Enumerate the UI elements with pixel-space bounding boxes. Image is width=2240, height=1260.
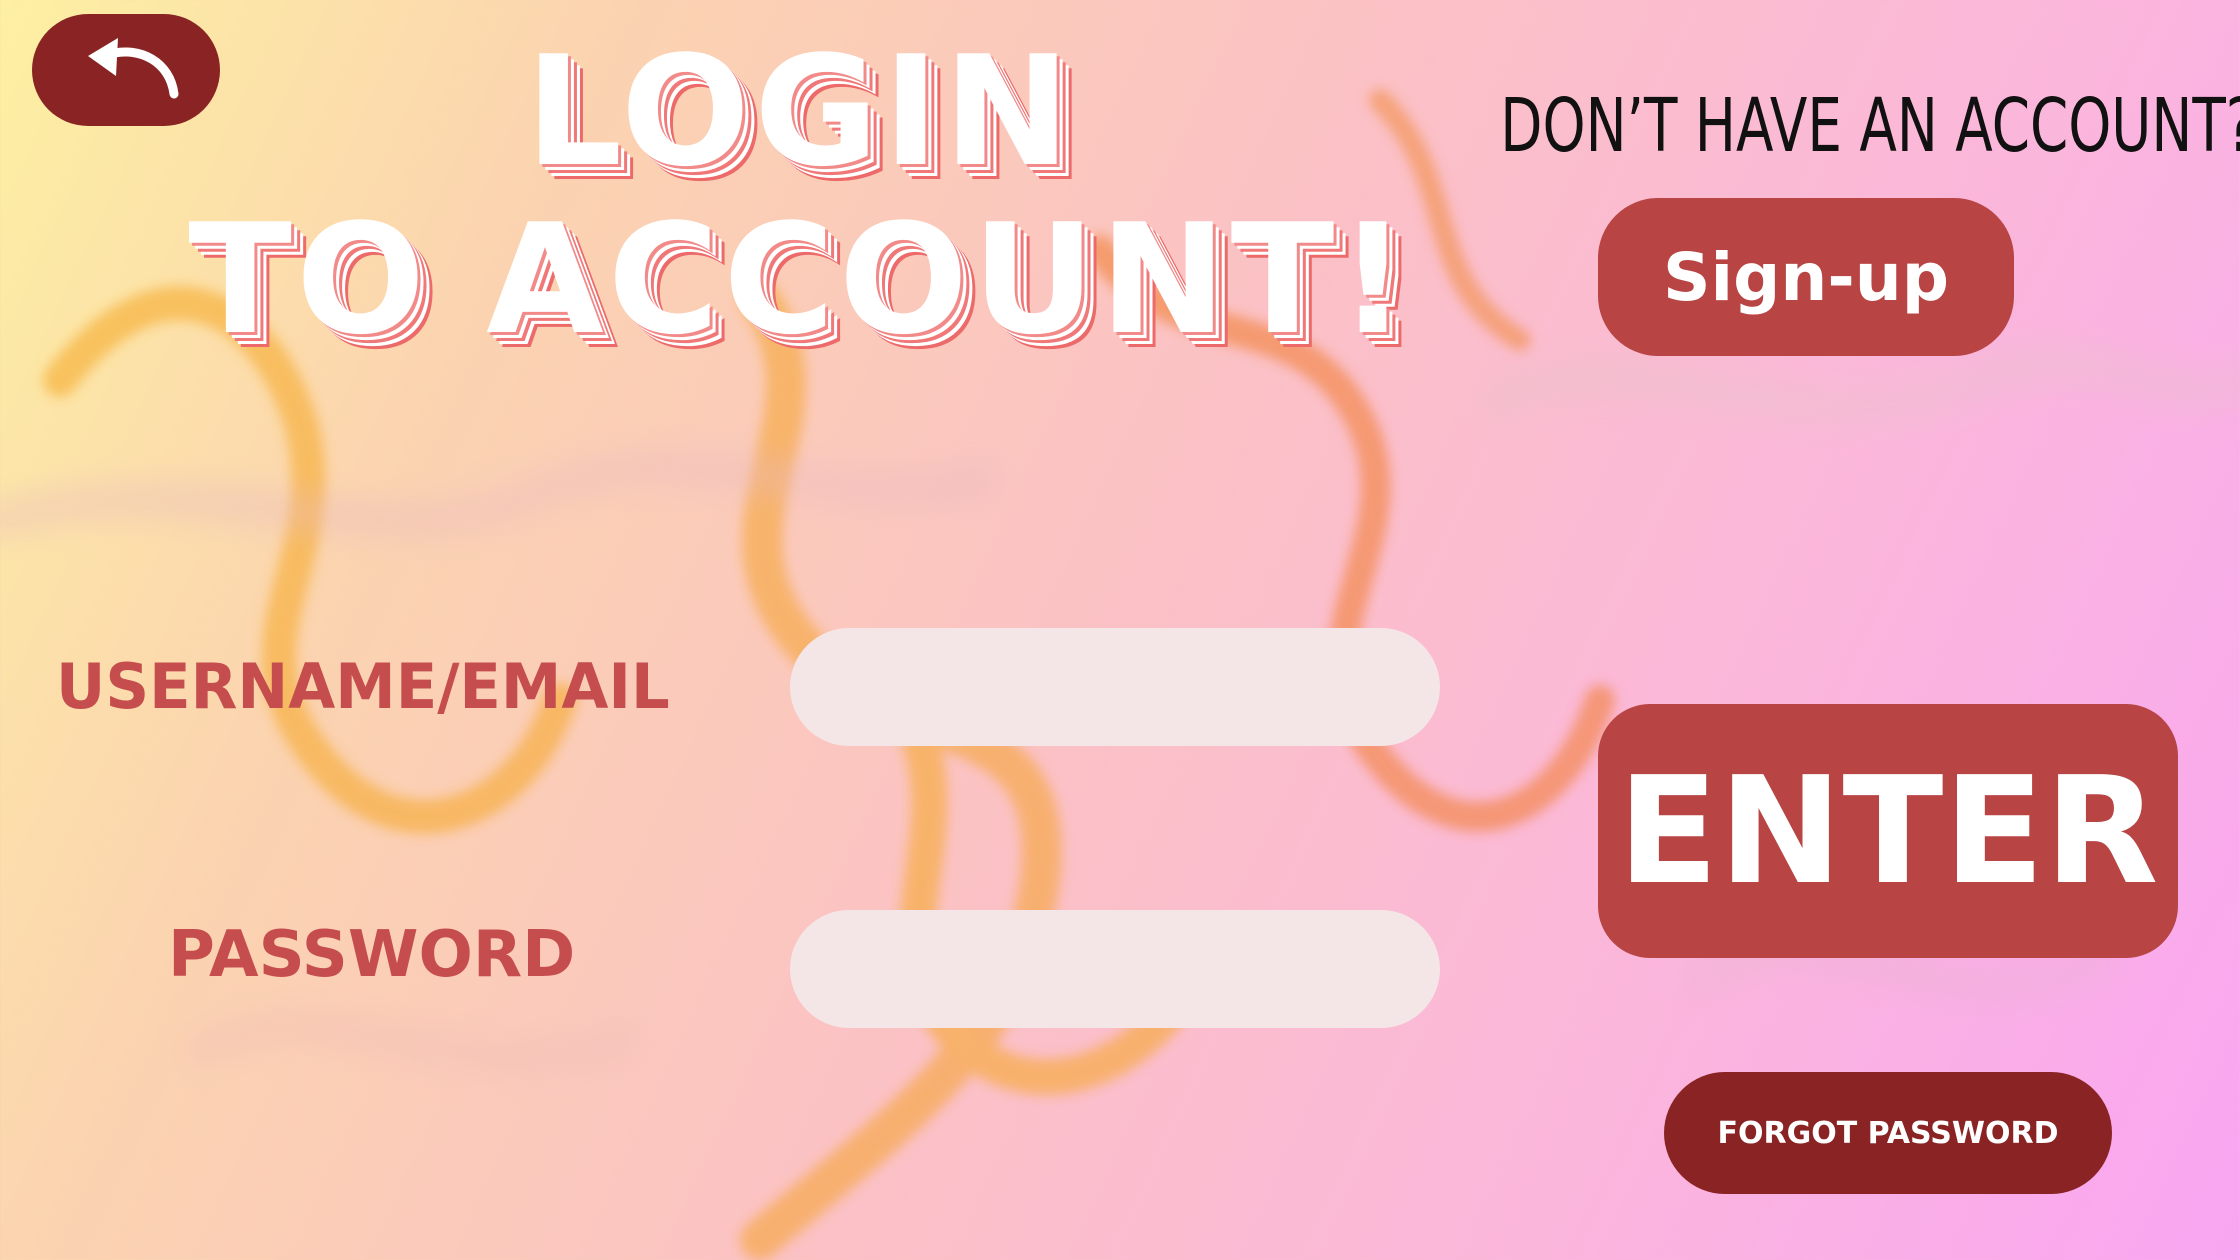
- username-input[interactable]: [790, 628, 1440, 746]
- signup-prompt: DON’T HAVE AN ACCOUNT?: [1500, 83, 2240, 169]
- title-line-to-account: TO ACCOUNT!: [188, 191, 1412, 368]
- enter-button[interactable]: ENTER: [1598, 704, 2178, 958]
- page-title: LOGIN TO ACCOUNT!: [150, 28, 1450, 364]
- forgot-password-button[interactable]: FORGOT PASSWORD: [1664, 1072, 2112, 1194]
- password-label: PASSWORD: [168, 918, 576, 992]
- signup-button[interactable]: Sign-up: [1598, 198, 2014, 356]
- password-input[interactable]: [790, 910, 1440, 1028]
- username-label: USERNAME/EMAIL: [56, 650, 670, 723]
- title-line-login: LOGIN: [525, 23, 1075, 200]
